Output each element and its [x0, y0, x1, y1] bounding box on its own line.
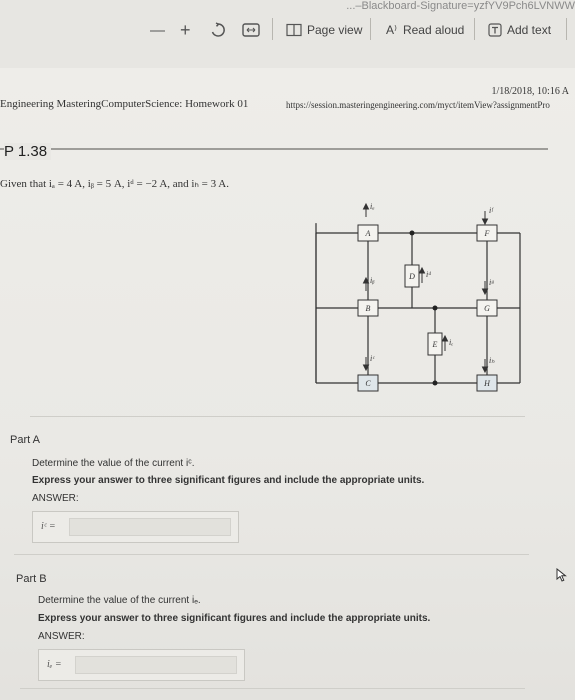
print-url: https://session.masteringengineering.com…: [286, 100, 550, 110]
part-b-variable: iₑ =: [47, 659, 62, 670]
part-a-label: Part A: [10, 434, 40, 446]
part-a-variable: iᶜ =: [41, 521, 56, 532]
element-label-e: E: [432, 340, 438, 349]
element-label-g: G: [484, 304, 490, 313]
page-view-button[interactable]: Page view: [286, 18, 362, 42]
current-label-c: iᶜ: [370, 354, 375, 363]
page-view-label: Page view: [307, 23, 363, 37]
print-date: 1/18/2018, 10:16 A: [491, 86, 569, 97]
circuit-diagram: A B C D E F G H iₐ iᵦ iᶜ iᵈ iₑ iᶠ iᵍ iₕ: [315, 202, 521, 392]
current-label-b: iᵦ: [370, 276, 375, 285]
element-label-c: C: [365, 379, 371, 388]
rotate-icon: [211, 22, 225, 37]
fit-page-button[interactable]: [242, 18, 260, 42]
read-aloud-label: Read aloud: [402, 23, 465, 37]
current-label-e: iₑ: [449, 338, 453, 347]
part-b-answer-label: ANSWER:: [38, 631, 85, 642]
zoom-in-button[interactable]: +: [180, 18, 191, 42]
section-rule: [0, 148, 548, 150]
given-statement: Given that iₐ = 4 A, iᵦ = 5 A, iᵈ = −2 A…: [0, 178, 229, 190]
document-page: 1/18/2018, 10:16 A Engineering Mastering…: [0, 68, 575, 700]
part-b-instruction: Express your answer to three significant…: [38, 613, 431, 624]
plus-icon: +: [180, 19, 191, 40]
add-text-label: Add text: [507, 23, 552, 37]
part-b-answer-input[interactable]: [75, 656, 237, 674]
zoom-out-button[interactable]: —: [150, 18, 165, 42]
problem-title: P 1.38: [4, 143, 52, 160]
current-label-d: iᵈ: [426, 270, 431, 279]
read-aloud-icon: A⁾: [386, 23, 397, 37]
text-box-icon: [488, 23, 502, 37]
part-b-label: Part B: [16, 573, 47, 585]
fit-page-icon: [242, 23, 260, 37]
element-label-a: A: [365, 229, 371, 238]
part-a-prompt: Determine the value of the current iᶜ.: [32, 458, 195, 469]
browser-toolbar: ...–Blackboard-Signature=yzfYV9Pch6LVNWW…: [0, 0, 575, 69]
add-text-button[interactable]: Add text: [488, 18, 551, 42]
part-b-prompt: Determine the value of the current iₑ.: [38, 595, 201, 606]
mouse-cursor-icon: [556, 568, 567, 582]
part-a-instruction: Express your answer to three significant…: [32, 475, 425, 486]
part-a-answer-input[interactable]: [69, 518, 231, 536]
part-a-answer-label: ANSWER:: [32, 493, 79, 504]
current-label-h: iₕ: [489, 356, 495, 365]
rotate-button[interactable]: [210, 18, 226, 42]
part-b-answer-box: iₑ =: [38, 649, 245, 681]
current-label-f: iᶠ: [489, 206, 494, 215]
minus-icon: —: [150, 21, 165, 39]
current-label-g: iᵍ: [489, 278, 494, 287]
part-a-answer-box: iᶜ =: [32, 511, 239, 543]
read-aloud-button[interactable]: A⁾ Read aloud: [386, 18, 464, 42]
element-label-f: F: [484, 229, 490, 238]
current-label-a: iₐ: [370, 202, 375, 211]
url-fragment: ...–Blackboard-Signature=yzfYV9Pch6LVNWW: [346, 0, 575, 12]
element-label-b: B: [366, 304, 371, 313]
element-label-d: D: [408, 272, 415, 281]
course-title: Engineering MasteringComputerScience: Ho…: [0, 98, 249, 110]
book-icon: [286, 23, 302, 37]
